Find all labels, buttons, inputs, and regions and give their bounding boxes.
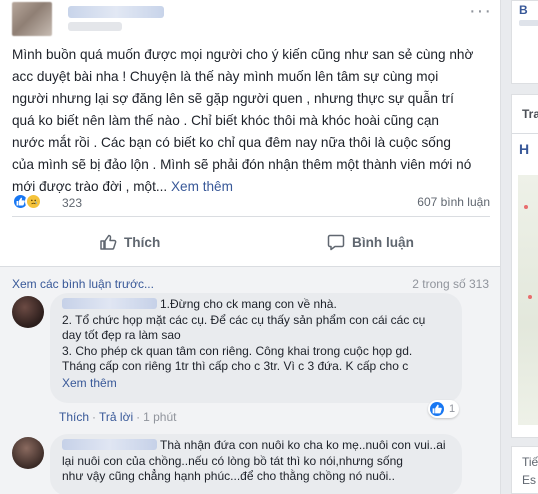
sidebar-placeholder-bar xyxy=(519,20,538,26)
view-previous-comments-link[interactable]: Xem các bình luận trước... xyxy=(12,277,154,291)
post-header: ··· xyxy=(12,1,492,36)
post-card: ··· Mình buồn quá muốn được mọi người ch… xyxy=(0,0,501,494)
separator-dot: · xyxy=(92,410,97,424)
sidebar-card: Tra H xyxy=(511,94,538,438)
comment-section: Xem các bình luận trước... 2 trong số 31… xyxy=(0,267,500,494)
post-body: Mình buồn quá muốn được mọi người cho ý … xyxy=(12,44,492,198)
post-line: quá ko biết nên làm thế nào . Chỉ biết k… xyxy=(12,113,439,128)
post-line: của mình sẽ bị đảo lộn . Mình sẽ phải đó… xyxy=(12,157,472,172)
like-reaction-icon xyxy=(430,402,444,416)
comment-like-count: 1 xyxy=(449,403,456,415)
divider xyxy=(512,133,538,134)
comment-timestamp[interactable]: 1 phút xyxy=(143,410,176,424)
post-line: nước mắt rồi . Các bạn có biết ko chỉ qu… xyxy=(12,135,451,150)
thumbs-up-icon xyxy=(100,234,117,250)
sidebar-card: Tiế Es xyxy=(511,446,538,494)
sidebar-card-title: Tra xyxy=(522,107,538,121)
author-name-redacted[interactable] xyxy=(68,6,164,18)
sidebar-text: Tiế xyxy=(522,455,538,469)
separator-dot: · xyxy=(136,410,141,424)
sad-reaction-icon xyxy=(25,193,42,210)
comment-count-link[interactable]: 607 bình luận xyxy=(417,195,490,209)
divider xyxy=(12,216,490,217)
comment-actions: Thích · Trả lời · 1 phút xyxy=(59,410,176,424)
more-options-icon[interactable]: ··· xyxy=(469,1,492,21)
comment-button-label: Bình luận xyxy=(352,234,414,250)
like-button-label: Thích xyxy=(124,234,161,250)
comment-page-count: 2 trong số 313 xyxy=(412,277,489,291)
sidebar-card-heading[interactable]: H xyxy=(519,141,529,157)
author-avatar[interactable] xyxy=(12,2,52,36)
map-pin-icon xyxy=(524,205,528,209)
comment-button[interactable]: Bình luận xyxy=(327,228,414,256)
commenter-name-redacted[interactable] xyxy=(62,298,157,309)
comment-like-link[interactable]: Thích xyxy=(59,410,89,424)
commenter-avatar[interactable] xyxy=(12,296,44,328)
comment-bubble: Thà nhận đứa con nuôi ko cha ko mẹ..nuôi… xyxy=(50,434,462,494)
comment-bubble: 1.Đừng cho ck mang con về nhà. 2. Tổ chứ… xyxy=(50,293,462,403)
comment-like-badge[interactable]: 1 xyxy=(428,400,460,418)
post-stats: 323 607 bình luận xyxy=(12,192,490,212)
post-meta-redacted xyxy=(68,22,122,31)
reaction-count: 323 xyxy=(62,196,83,210)
like-button[interactable]: Thích xyxy=(99,228,160,256)
post-line: acc duyệt bài nha ! Chuyện là thế này mì… xyxy=(12,69,439,84)
map-thumbnail[interactable] xyxy=(518,175,538,425)
post-line: người nhưng lại sợ đăng lên sẽ gặp người… xyxy=(12,91,454,106)
comment-icon xyxy=(327,234,345,251)
sidebar-card: B xyxy=(511,0,538,84)
post-line: Mình buồn quá muốn được mọi người cho ý … xyxy=(12,47,474,62)
map-pin-icon xyxy=(528,295,532,299)
comment-reply-link[interactable]: Trả lời xyxy=(99,410,133,424)
commenter-name-redacted[interactable] xyxy=(62,439,157,450)
comment-see-more-link[interactable]: Xem thêm xyxy=(62,376,450,392)
commenter-avatar[interactable] xyxy=(12,437,44,469)
sidebar-card-heading[interactable]: B xyxy=(519,3,528,17)
right-sidebar: B Tra H Tiế Es xyxy=(511,0,538,494)
sidebar-text[interactable]: Es xyxy=(522,473,536,487)
